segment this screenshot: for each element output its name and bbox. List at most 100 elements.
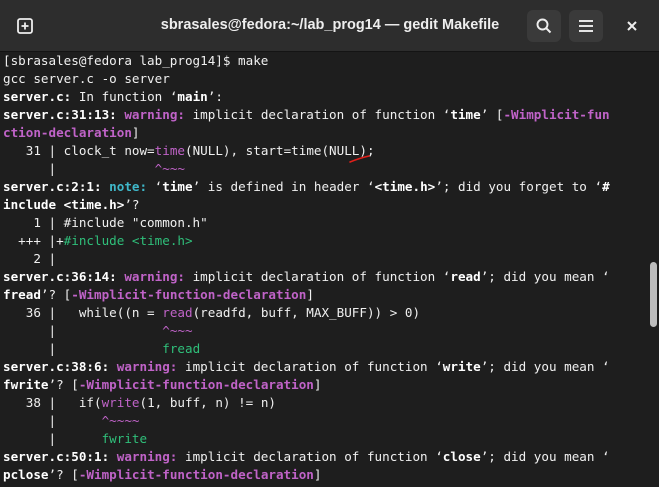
search-button[interactable] — [527, 10, 561, 42]
scrollbar[interactable] — [646, 52, 659, 487]
hamburger-menu-icon — [579, 20, 593, 32]
terminal-line: fread’? [-Wimplicit-function-declaration… — [3, 286, 643, 304]
terminal-text-segment: fwrite — [3, 377, 49, 392]
terminal-text-segment: ’: — [207, 89, 223, 104]
terminal-line: server.c:38:6: warning: implicit declara… — [3, 358, 643, 376]
terminal-line: | ^~~~ — [3, 322, 643, 340]
terminal-line: server.c:31:13: warning: implicit declar… — [3, 106, 643, 124]
terminal-text-segment: ’? [ — [40, 287, 72, 302]
terminal-text-segment: | — [3, 323, 163, 338]
window-title: sbrasales@fedora:~/lab_prog14 — gedit Ma… — [160, 17, 500, 33]
terminal-line: | fwrite — [3, 430, 643, 448]
terminal-text-segment: -Wimplicit-fun — [503, 107, 610, 122]
main-menu-button[interactable] — [569, 10, 603, 42]
terminal-line: 31 | clock_t now=time(NULL), start=time(… — [3, 142, 643, 160]
terminal-text-segment: # — [602, 179, 610, 194]
terminal-text-segment: time — [162, 179, 193, 194]
scrollbar-thumb[interactable] — [650, 262, 657, 327]
terminal-text-segment: 2 | — [3, 251, 57, 266]
red-annotation-stroke — [349, 155, 370, 163]
terminal-text-segment: implicit declaration of function ‘ — [184, 449, 443, 464]
terminal-text-segment: ^~~~ — [162, 323, 193, 338]
terminal-line: +++ |+#include <time.h> — [3, 232, 643, 250]
terminal-text-segment: server.c: — [3, 89, 72, 104]
terminal-line: pclose’? [-Wimplicit-function-declaratio… — [3, 466, 643, 484]
terminal-text-segment: 1 | #include "common.h" — [3, 215, 208, 230]
terminal-text-segment: read — [450, 269, 481, 284]
terminal-line: 38 | if(write(1, buff, n) != n) — [3, 394, 643, 412]
terminal-line: server.c:36:14: warning: implicit declar… — [3, 268, 643, 286]
terminal-text-segment: | — [3, 431, 102, 446]
terminal-text-segment: (NULL), start=time(NULL); — [185, 143, 375, 158]
terminal-line: server.c: In function ‘main’: — [3, 88, 643, 106]
close-icon — [627, 21, 637, 31]
search-icon — [536, 18, 552, 34]
terminal-text-segment: close — [442, 449, 481, 464]
terminal-view[interactable]: [sbrasales@fedora lab_prog14]$ make gcc s… — [0, 52, 659, 487]
terminal-text-segment: pclose — [3, 467, 49, 482]
new-tab-icon — [17, 18, 33, 34]
terminal-line: [sbrasales@fedora lab_prog14]$ make — [3, 52, 643, 70]
terminal-text-segment: implicit declaration of function ‘ — [192, 269, 451, 284]
terminal-text-segment: ’? [ — [48, 467, 79, 482]
terminal-line: ction-declaration] — [3, 124, 643, 142]
terminal-line: include <time.h>’? — [3, 196, 643, 214]
terminal-text-segment: ] — [313, 467, 322, 482]
terminal-text-segment: ] — [313, 377, 322, 392]
terminal-line: fwrite’? [-Wimplicit-function-declaratio… — [3, 376, 643, 394]
terminal-text-segment: ’; did you mean ‘ — [480, 359, 610, 374]
terminal-text-segment: | — [3, 413, 102, 428]
terminal-text-segment: read — [162, 305, 193, 320]
terminal-text-segment: | — [3, 161, 155, 176]
terminal-text-segment: time — [450, 107, 481, 122]
terminal-line: | ^~~~~ — [3, 412, 643, 430]
terminal-text-segment: -Wimplicit-function-declaration — [71, 287, 307, 302]
terminal-text-segment: ] — [306, 287, 314, 302]
terminal-text-segment: fread — [162, 341, 201, 356]
terminal-text-segment: ’; did you mean ‘ — [480, 449, 610, 464]
terminal-line: | fread — [3, 340, 643, 358]
terminal-text-segment: ^~~~ — [154, 161, 185, 176]
terminal-text-segment: implicit declaration of function ‘ — [192, 107, 451, 122]
terminal-text-segment: server.c:38:6: — [3, 359, 117, 374]
terminal-text-segment: | — [3, 341, 163, 356]
terminal-text-segment: [sbrasales@fedora lab_prog14]$ make — [3, 53, 269, 68]
terminal-text-segment: 31 | clock_t now= — [3, 143, 155, 158]
terminal-text-segment: write — [442, 359, 481, 374]
terminal-text-segment: write — [101, 395, 140, 410]
terminal-text-segment: (readfd, buff, MAX_BUFF)) > 0) — [192, 305, 421, 320]
terminal-line: 1 | #include "common.h" — [3, 214, 643, 232]
terminal-text-segment: (1, buff, n) != n) — [139, 395, 276, 410]
terminal-line: server.c:50:1: warning: implicit declara… — [3, 448, 643, 466]
terminal-text-segment: In function ‘ — [71, 89, 178, 104]
terminal-text-segment: warning: — [124, 269, 193, 284]
terminal-text-segment: <time.h> — [374, 179, 436, 194]
terminal-line: server.c:2:1: note: ‘time’ is defined in… — [3, 178, 643, 196]
terminal-text-segment: -Wimplicit-function-declaration — [78, 377, 314, 392]
terminal-text-segment: warning: — [116, 359, 185, 374]
terminal-text-segment: #include <time.h> — [63, 233, 193, 248]
new-tab-button[interactable] — [8, 10, 42, 42]
terminal-text-segment: ’; did you forget to ‘ — [435, 179, 603, 194]
terminal-text-segment: implicit declaration of function ‘ — [184, 359, 443, 374]
terminal-text-segment: ] — [131, 125, 140, 140]
title-bar: sbrasales@fedora:~/lab_prog14 — gedit Ma… — [0, 0, 659, 52]
terminal-text-segment: warning: — [124, 107, 193, 122]
terminal-line: 36 | while((n = read(readfd, buff, MAX_B… — [3, 304, 643, 322]
close-window-button[interactable] — [616, 10, 648, 42]
terminal-text-segment: fwrite — [101, 431, 148, 446]
terminal-text-segment: +++ |+ — [3, 233, 64, 248]
terminal-text-segment: -Wimplicit-function-declaration — [78, 467, 314, 482]
terminal-text-segment: ’; did you mean ‘ — [480, 269, 610, 284]
terminal-text-segment: ’ [ — [480, 107, 504, 122]
terminal-text-segment: warning: — [116, 449, 185, 464]
terminal-line: 2 | — [3, 250, 643, 268]
terminal-line: gcc server.c -o server — [3, 70, 643, 88]
terminal-text-segment: main — [177, 89, 208, 104]
terminal-text-segment: server.c:50:1: — [3, 449, 117, 464]
terminal-output: [sbrasales@fedora lab_prog14]$ make gcc s… — [3, 52, 643, 484]
terminal-text-segment: ^~~~~ — [101, 413, 140, 428]
terminal-text-segment: 38 | if( — [3, 395, 102, 410]
terminal-line: | ^~~~ — [3, 160, 643, 178]
terminal-text-segment: ’? — [124, 197, 140, 212]
